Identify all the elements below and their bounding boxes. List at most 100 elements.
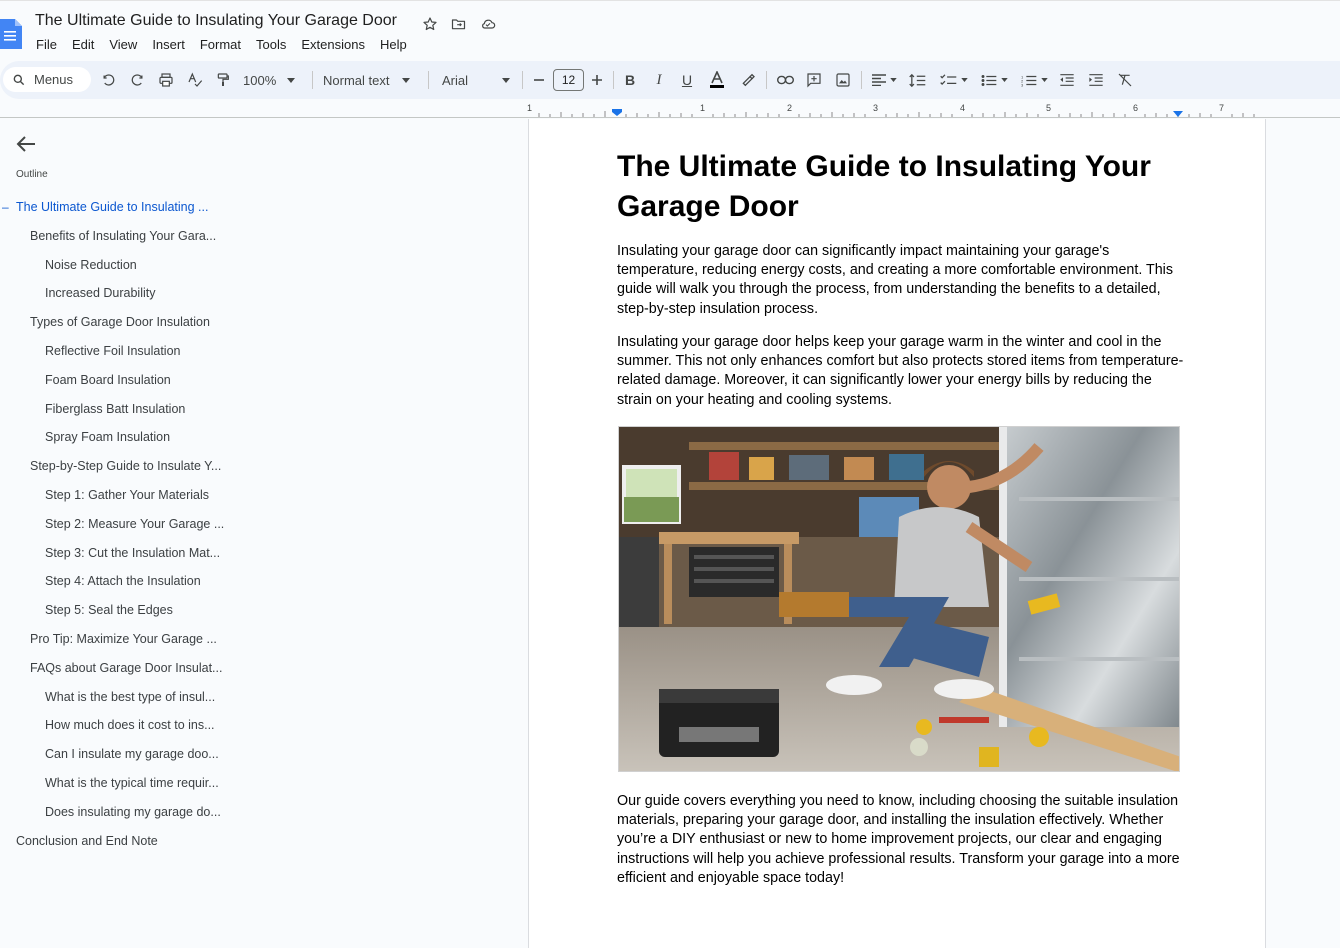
style-select[interactable]: Normal text <box>323 61 418 99</box>
outline-item[interactable]: Can I insulate my garage doo... <box>45 747 226 761</box>
font-select[interactable]: Arial <box>442 61 512 99</box>
zoom-select[interactable]: 100% <box>243 61 303 99</box>
svg-text:3: 3 <box>1021 82 1024 87</box>
ruler-ticks <box>538 109 1255 117</box>
menu-view[interactable]: View <box>109 36 137 53</box>
increase-indent-icon[interactable] <box>1086 61 1106 99</box>
outline-item[interactable]: Reflective Foil Insulation <box>45 344 226 358</box>
chevron-down-icon <box>961 78 968 82</box>
paragraph-benefits[interactable]: Insulating your garage door helps keep y… <box>617 333 1187 410</box>
chevron-down-icon <box>889 78 897 82</box>
align-icon[interactable] <box>869 61 899 99</box>
bulleted-list-icon[interactable] <box>977 61 1011 99</box>
outline-active-marker: – <box>2 200 9 214</box>
font-size-input[interactable]: 12 <box>553 69 584 91</box>
toolbar-divider <box>312 71 313 89</box>
undo-icon[interactable] <box>99 61 117 99</box>
outline-item[interactable]: Step 3: Cut the Insulation Mat... <box>45 546 226 560</box>
numbered-list-icon[interactable]: 123 <box>1017 61 1051 99</box>
outline-panel: Outline – The Ultimate Guide to Insulatin… <box>0 119 528 948</box>
decrease-indent-icon[interactable] <box>1057 61 1077 99</box>
paragraph-intro[interactable]: Insulating your garage door can signific… <box>617 242 1187 319</box>
font-value: Arial <box>442 72 469 88</box>
cloud-status-icon[interactable] <box>477 14 498 34</box>
garage-insulation-photo[interactable] <box>618 426 1180 772</box>
decrease-font-size-icon[interactable] <box>531 61 547 99</box>
menu-insert[interactable]: Insert <box>152 36 185 53</box>
menu-format[interactable]: Format <box>200 36 241 53</box>
italic-icon[interactable]: I <box>650 61 668 99</box>
increase-font-size-icon[interactable] <box>589 61 605 99</box>
chevron-down-icon <box>402 77 411 83</box>
document-heading[interactable]: The Ultimate Guide to Insulating Your Ga… <box>617 147 1187 227</box>
underline-icon[interactable]: U <box>678 61 696 99</box>
chevron-down-icon <box>1040 78 1048 82</box>
menu-extensions[interactable]: Extensions <box>301 36 365 53</box>
outline-item[interactable]: Types of Garage Door Insulation <box>30 315 226 329</box>
outline-item[interactable]: Step 2: Measure Your Garage ... <box>45 517 226 531</box>
outline-item[interactable]: Conclusion and End Note <box>16 834 226 848</box>
menu-bar: File Edit View Insert Format Tools Exten… <box>36 36 422 53</box>
checklist-icon[interactable] <box>937 61 971 99</box>
outline-item[interactable]: Step 4: Attach the Insulation <box>45 574 226 588</box>
toolbar-divider <box>522 71 523 89</box>
search-menus-button[interactable]: Menus <box>3 67 91 92</box>
menu-edit[interactable]: Edit <box>72 36 94 53</box>
outline-item[interactable]: Pro Tip: Maximize Your Garage ... <box>30 632 226 646</box>
outline-item[interactable]: Step 1: Gather Your Materials <box>45 488 226 502</box>
toolbar-divider <box>861 71 862 89</box>
ruler-number: 3 <box>873 103 879 113</box>
outline-item[interactable]: Does insulating my garage do... <box>45 805 226 819</box>
outline-item[interactable]: Step-by-Step Guide to Insulate Y... <box>30 459 226 473</box>
comment-icon[interactable] <box>804 61 824 99</box>
chevron-down-icon <box>287 77 296 83</box>
back-arrow-icon[interactable] <box>15 134 37 154</box>
search-menus-label: Menus <box>34 72 74 87</box>
document-page[interactable]: The Ultimate Guide to Insulating Your Ga… <box>529 119 1266 948</box>
bold-icon[interactable]: B <box>621 61 639 99</box>
text-color-icon[interactable] <box>707 61 727 99</box>
link-icon[interactable] <box>775 61 795 99</box>
line-spacing-icon[interactable] <box>907 61 927 99</box>
toolbar-divider <box>613 71 614 89</box>
outline-item[interactable]: The Ultimate Guide to Insulating ... <box>16 200 226 214</box>
image-icon[interactable] <box>833 61 853 99</box>
highlight-icon[interactable] <box>738 61 758 99</box>
chevron-down-icon <box>1000 78 1008 82</box>
menu-tools[interactable]: Tools <box>256 36 286 53</box>
move-folder-icon[interactable] <box>448 14 469 34</box>
outline-item[interactable]: What is the typical time requir... <box>45 776 226 790</box>
menu-file[interactable]: File <box>36 36 57 53</box>
outline-item[interactable]: Fiberglass Batt Insulation <box>45 402 226 416</box>
outline-item[interactable]: What is the best type of insul... <box>45 690 226 704</box>
outline-label: Outline <box>16 169 48 180</box>
ruler-number: 2 <box>787 103 793 113</box>
outline-item[interactable]: Increased Durability <box>45 286 226 300</box>
outline-item[interactable]: How much does it cost to ins... <box>45 718 226 732</box>
paragraph-summary[interactable]: Our guide covers everything you need to … <box>617 792 1187 888</box>
clear-formatting-icon[interactable] <box>1115 61 1135 99</box>
redo-icon[interactable] <box>128 61 146 99</box>
menu-help[interactable]: Help <box>380 36 407 53</box>
outline-item[interactable]: Benefits of Insulating Your Gara... <box>30 229 226 243</box>
chevron-down-icon <box>502 77 511 83</box>
outline-item[interactable]: Step 5: Seal the Edges <box>45 603 226 617</box>
paint-format-icon[interactable] <box>214 61 232 99</box>
star-icon[interactable] <box>419 14 440 34</box>
outline-item[interactable]: FAQs about Garage Door Insulat... <box>30 661 226 675</box>
toolbar: Menus 100% Normal text Arial 12 B I U 1 … <box>0 61 1340 99</box>
title-bar: The Ultimate Guide to Insulating Your Ga… <box>0 0 1340 58</box>
zoom-value: 100% <box>243 72 277 88</box>
outline-item[interactable]: Noise Reduction <box>45 258 226 272</box>
ruler-number: 1 <box>527 103 533 113</box>
document-title[interactable]: The Ultimate Guide to Insulating Your Ga… <box>35 12 397 30</box>
docs-logo-icon[interactable] <box>0 19 22 49</box>
toolbar-divider <box>766 71 767 89</box>
ruler[interactable]: 1 1 2 3 4 5 6 7 <box>0 101 1340 118</box>
spellcheck-icon[interactable] <box>186 61 204 99</box>
ruler-number: 5 <box>1046 103 1052 113</box>
print-icon[interactable] <box>157 61 175 99</box>
outline-item[interactable]: Foam Board Insulation <box>45 373 226 387</box>
ruler-number: 6 <box>1133 103 1139 113</box>
outline-item[interactable]: Spray Foam Insulation <box>45 430 226 444</box>
